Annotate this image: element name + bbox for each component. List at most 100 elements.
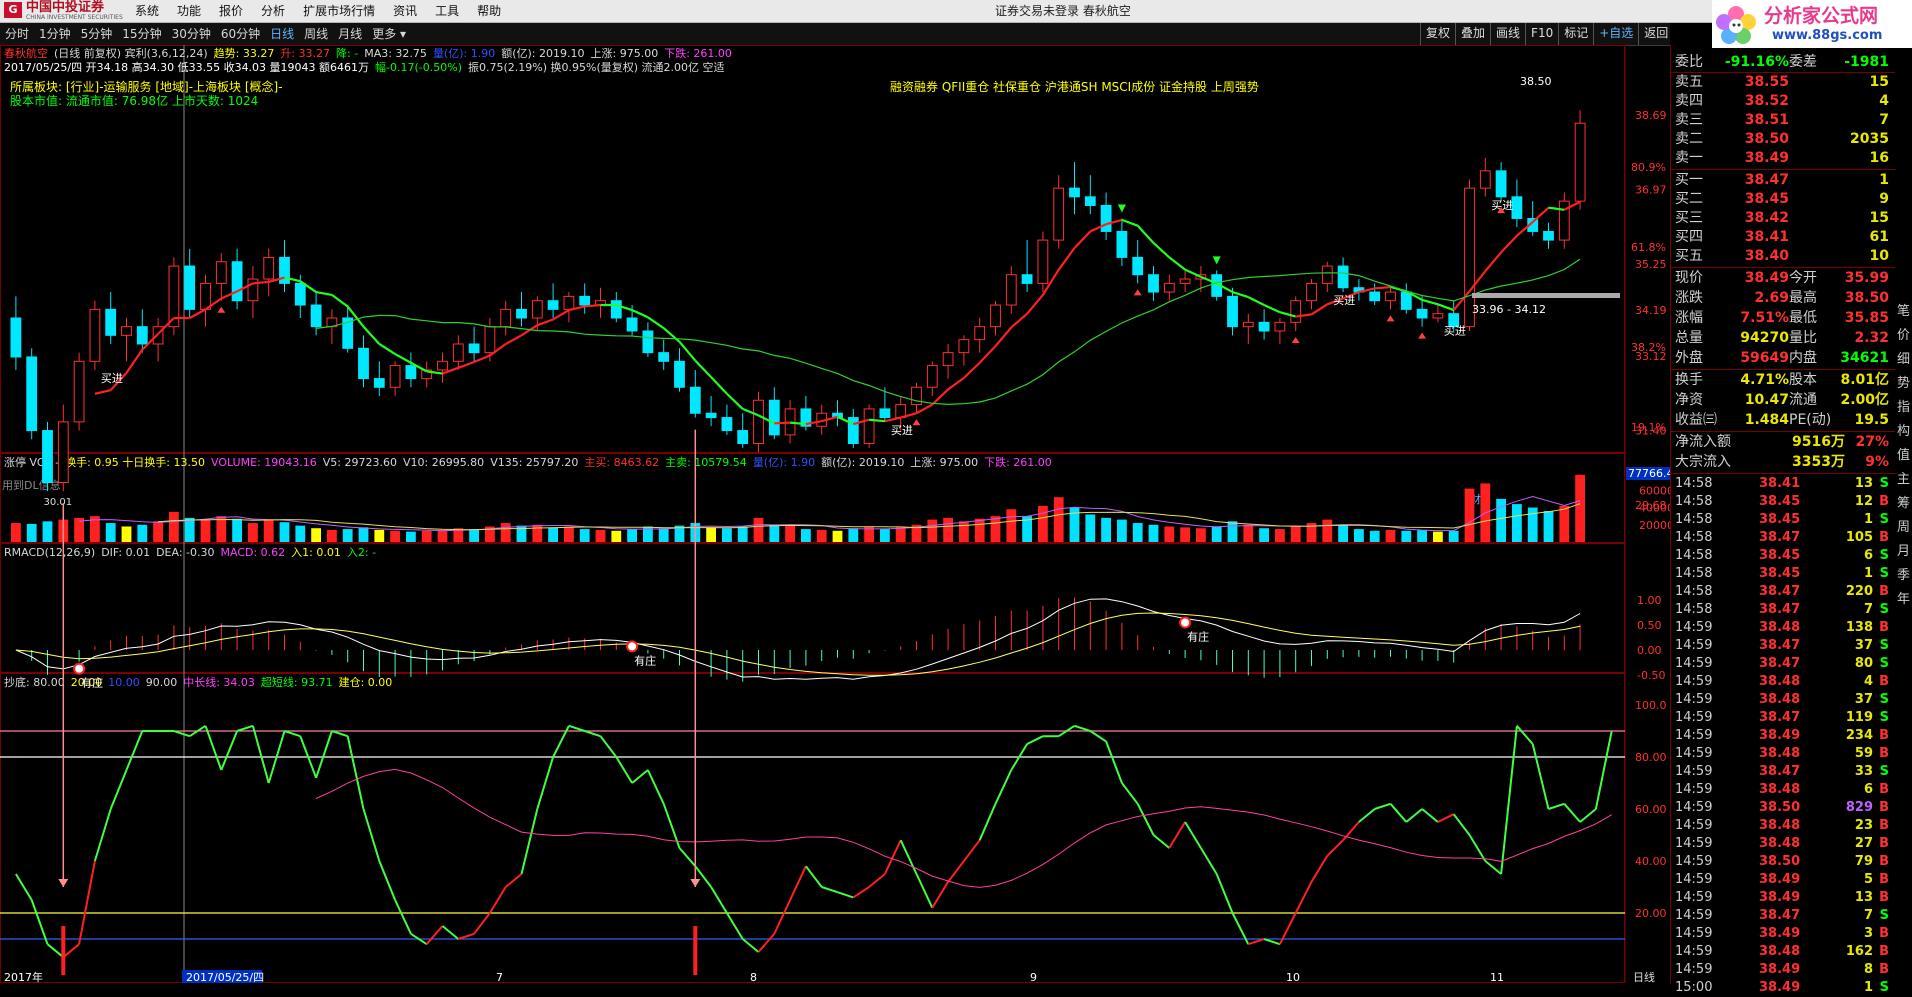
oscillator-segment (284, 730, 301, 738)
side-tab-12[interactable]: 年 (1895, 588, 1912, 612)
tick-price: 38.47 (1759, 908, 1801, 923)
order-book-row[interactable]: 买二 38.45 9 (1671, 190, 1895, 209)
window-title: 证券交易未登录 春秋航空 (995, 4, 1131, 18)
candle-body (42, 430, 53, 483)
main-info-line1-seg-2: 趋势: 33.27 (214, 47, 275, 60)
trend-segment (694, 359, 712, 378)
bottom-tick-0: 100.0 (1635, 699, 1667, 712)
order-book-row[interactable]: 买一 38.47 1 (1671, 171, 1895, 190)
oscillator-segment (15, 873, 33, 901)
chart-tool-3[interactable]: F10 (1525, 23, 1558, 45)
chart-tool-4[interactable]: 标记 (1558, 23, 1593, 45)
volume-bar (1385, 529, 1396, 542)
menu-item-7[interactable]: 帮助 (468, 0, 510, 22)
flow-label: 净流入额 (1675, 434, 1731, 450)
kline-chart[interactable]: 春秋航空 (日线 前复权) 宾利(3,6,12,24) 趋势: 33.27 升: 33… (0, 45, 1670, 983)
level-volume: 1 (1879, 172, 1889, 188)
level-label: 卖一 (1675, 150, 1703, 166)
last-price-label: 38.50 (1520, 75, 1552, 88)
candle-body (1148, 274, 1159, 293)
volume-bar (1038, 505, 1048, 542)
period-tab-6[interactable]: 日线 (265, 23, 299, 45)
order-book-row[interactable]: 买五 38.40 10 (1671, 247, 1895, 266)
period-tab-0[interactable]: 分时 (0, 23, 34, 45)
side-tab-1[interactable]: 价 (1895, 324, 1912, 348)
side-tab-0[interactable]: 笔 (1895, 300, 1912, 324)
candle-body (1163, 282, 1175, 293)
quote-value2: 8.01亿 (1840, 372, 1889, 388)
period-tab-2[interactable]: 5分钟 (76, 23, 118, 45)
side-tab-11[interactable]: 季 (1895, 564, 1912, 588)
volume-bar (26, 523, 37, 542)
menu-item-0[interactable]: 系统 (126, 0, 168, 22)
quote-row: 涨跌 2.69 最高 38.50 (1671, 289, 1895, 308)
chart-tool-5[interactable]: +自选 (1593, 23, 1638, 45)
order-book-row[interactable]: 卖二 38.50 2035 (1671, 130, 1895, 149)
tick-side: S (1879, 692, 1889, 707)
period-tab-7[interactable]: 周线 (299, 23, 333, 45)
chart-tool-0[interactable]: 复权 (1420, 23, 1455, 45)
menu-item-6[interactable]: 工具 (426, 0, 468, 22)
volume-bar (1543, 510, 1554, 542)
bottom-tick-3: 40.00 (1635, 855, 1667, 868)
tick-row: 14:59 38.47 119 S (1671, 709, 1895, 727)
volume-bar (564, 526, 574, 542)
main-info-line1-seg-0: 春秋航空 (4, 46, 48, 60)
chart-tool-1[interactable]: 叠加 (1455, 23, 1490, 45)
chart-tool-6[interactable]: 返回 (1638, 23, 1673, 45)
volume-tick-1: 60000 (1639, 484, 1670, 497)
volume-bar (1196, 528, 1206, 542)
tick-side: B (1879, 854, 1889, 869)
menu-item-3[interactable]: 分析 (252, 0, 294, 22)
divider (1671, 473, 1895, 474)
tick-volume: 37 (1854, 692, 1873, 707)
side-tab-4[interactable]: 指 (1895, 396, 1912, 420)
order-book-row[interactable]: 卖四 38.52 4 (1671, 92, 1895, 111)
oscillator-segment (1247, 938, 1265, 946)
candle-body (1132, 256, 1144, 276)
period-tab-1[interactable]: 1分钟 (34, 23, 76, 45)
candle-body (294, 282, 306, 306)
tick-volume: 1 (1863, 980, 1873, 995)
tick-time: 14:59 (1675, 728, 1713, 743)
menu-item-5[interactable]: 资讯 (384, 0, 426, 22)
side-tab-3[interactable]: 势 (1895, 372, 1912, 396)
side-tab-10[interactable]: 月 (1895, 540, 1912, 564)
side-tab-2[interactable]: 细 (1895, 348, 1912, 372)
volume-bar (469, 529, 479, 542)
menu-item-4[interactable]: 扩展市场行情 (294, 0, 384, 22)
period-tab-5[interactable]: 60分钟 (216, 23, 265, 45)
oscillator-segment (1105, 741, 1123, 784)
order-book-row[interactable]: 买三 38.42 15 (1671, 209, 1895, 228)
period-tab-4[interactable]: 30分钟 (167, 23, 216, 45)
period-tab-8[interactable]: 月线 (333, 23, 367, 45)
oscillator-segment (1452, 813, 1471, 836)
volume-info-line-seg-9: 额(亿): 2019.10 (821, 456, 904, 469)
trend-segment (505, 334, 523, 345)
pct-tick-3: 19.1% (1631, 421, 1666, 434)
tick-time: 14:59 (1675, 818, 1713, 833)
order-book-row[interactable]: 卖一 38.49 16 (1671, 149, 1895, 168)
side-tab-9[interactable]: 周 (1895, 516, 1912, 540)
side-tab-5[interactable]: 构 (1895, 420, 1912, 444)
side-tab-6[interactable]: 值 (1895, 444, 1912, 468)
order-book-row[interactable]: 买四 38.41 61 (1671, 228, 1895, 247)
tick-side: S (1879, 710, 1889, 725)
quote-label2: 内盘 (1789, 350, 1817, 366)
tick-side: B (1879, 584, 1889, 599)
order-book-row[interactable]: 卖五 38.55 15 (1671, 73, 1895, 92)
chart-tool-2[interactable]: 画线 (1490, 23, 1525, 45)
volume-bar (658, 528, 669, 542)
period-tab-3[interactable]: 15分钟 (117, 23, 166, 45)
tick-price: 38.49 (1759, 962, 1801, 977)
menu-item-1[interactable]: 功能 (168, 0, 210, 22)
volume-bar (232, 518, 242, 542)
oscillator-segment (236, 724, 254, 732)
period-tab-9[interactable]: 更多 ▾ (367, 23, 411, 45)
side-tab-7[interactable]: 主 (1895, 468, 1912, 492)
tick-volume: 12 (1854, 494, 1873, 509)
order-book-row[interactable]: 卖三 38.51 7 (1671, 111, 1895, 130)
side-tab-8[interactable]: 筹 (1895, 492, 1912, 516)
tick-time: 15:00 (1675, 980, 1713, 995)
menu-item-2[interactable]: 报价 (210, 0, 252, 22)
